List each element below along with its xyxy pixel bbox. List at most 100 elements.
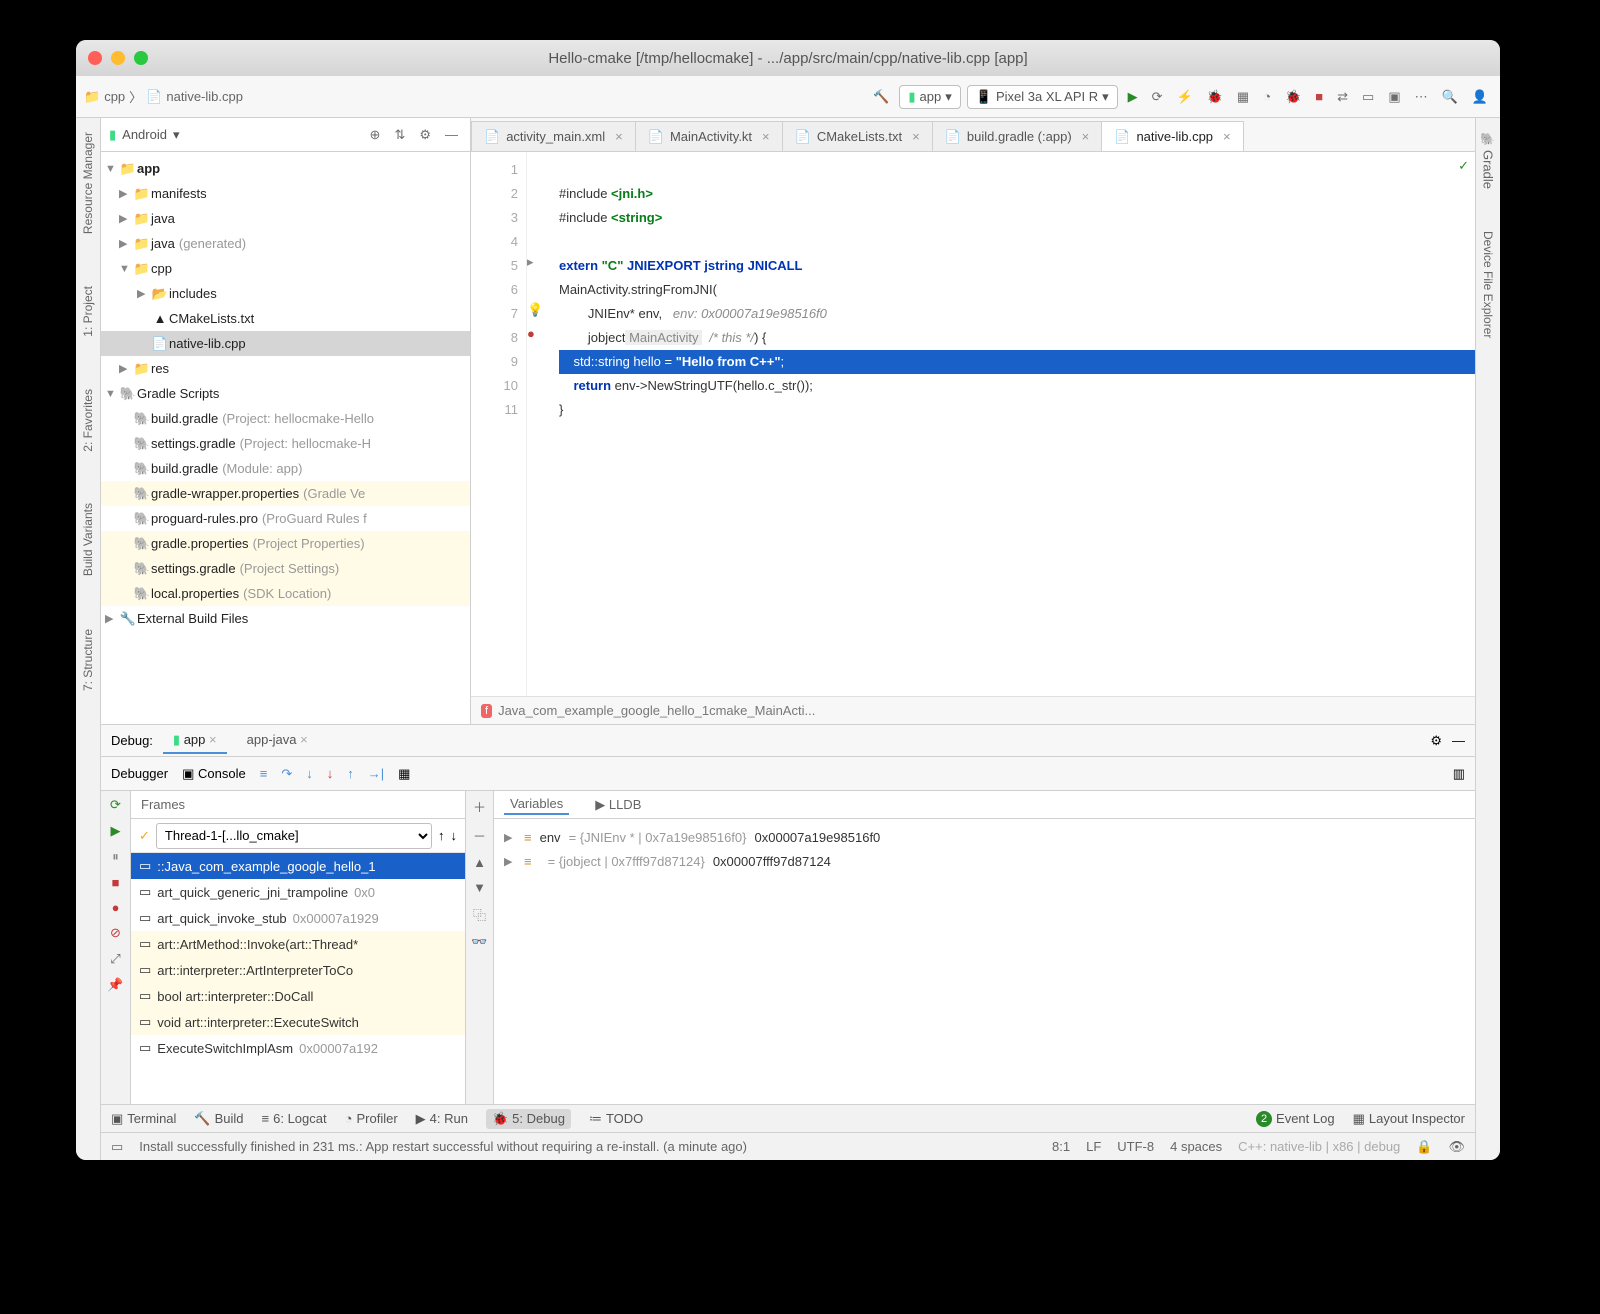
terminal-tab[interactable]: ▣ Terminal (111, 1111, 176, 1127)
run-tab[interactable]: ▶ 4: Run (416, 1111, 468, 1127)
stack-frame[interactable]: ▭bool art::interpreter::DoCall (131, 983, 465, 1009)
device-selector[interactable]: 📱 Pixel 3a XL API R ▾ (967, 85, 1118, 109)
minimize-icon[interactable]: — (1452, 733, 1465, 748)
status-icon[interactable]: ▭ (111, 1139, 123, 1155)
up-icon[interactable]: ▲ (473, 855, 486, 870)
close-window[interactable] (88, 51, 102, 65)
remove-watch-icon[interactable]: － (473, 826, 486, 845)
tree-item[interactable]: ▼📁cpp (101, 256, 470, 281)
next-frame-icon[interactable]: ↓ (451, 828, 458, 843)
resume-icon[interactable]: ▶ (111, 823, 121, 839)
editor-tab[interactable]: 📄MainActivity.kt× (635, 121, 783, 151)
coverage-icon[interactable]: ▦ (1233, 86, 1253, 108)
gradle-scripts[interactable]: ▼🐘Gradle Scripts (101, 381, 470, 406)
editor-tab[interactable]: 📄CMakeLists.txt× (782, 121, 933, 151)
stack-frame[interactable]: ▭ExecuteSwitchImplAsm0x00007a192 (131, 1035, 465, 1061)
device-file-explorer-tab[interactable]: Device File Explorer (1479, 225, 1497, 344)
stack-frame[interactable]: ▭art::interpreter::ArtInterpreterToCo (131, 957, 465, 983)
profiler-icon[interactable]: ◔ (1259, 86, 1275, 107)
step-into-icon[interactable]: ↓ (306, 766, 313, 781)
debug-icon[interactable]: 🐞 (1203, 86, 1227, 108)
cursor-position[interactable]: 8:1 (1052, 1139, 1070, 1154)
tree-item[interactable]: 🐘gradle-wrapper.properties(Gradle Ve (101, 481, 470, 506)
tree-item[interactable]: 🐘build.gradle(Project: hellocmake-Hello (101, 406, 470, 431)
tree-item[interactable]: ▶📁java(generated) (101, 231, 470, 256)
glasses-icon[interactable]: 👓 (471, 934, 487, 950)
zoom-window[interactable] (134, 51, 148, 65)
tree-item[interactable]: ▲CMakeLists.txt (101, 306, 470, 331)
step-over-icon[interactable]: ↷ (281, 766, 292, 782)
stop-icon[interactable]: ■ (1311, 86, 1327, 107)
rerun-icon[interactable]: ⟳ (110, 797, 121, 813)
search-icon[interactable]: 🔍 (1438, 86, 1462, 108)
hammer-icon[interactable]: 🔨 (869, 86, 893, 108)
prev-frame-icon[interactable]: ↑ (438, 828, 445, 843)
user-icon[interactable]: 👤 (1468, 86, 1492, 108)
project-tab[interactable]: 1: Project (79, 280, 97, 343)
event-log-tab[interactable]: 2 Event Log (1256, 1111, 1335, 1127)
encoding[interactable]: UTF-8 (1117, 1139, 1154, 1154)
debug-tab[interactable]: 🐞 5: Debug (486, 1109, 571, 1129)
stack-frame[interactable]: ▭art_quick_invoke_stub0x00007a1929 (131, 905, 465, 931)
force-step-into-icon[interactable]: ↓ (327, 766, 334, 781)
todo-tab[interactable]: ≔ TODO (589, 1111, 643, 1127)
app-root[interactable]: ▼📁app (101, 156, 470, 181)
stack-frame[interactable]: ▭::Java_com_example_google_hello_1 (131, 853, 465, 879)
tree-item[interactable]: 🐘proguard-rules.pro(ProGuard Rules f (101, 506, 470, 531)
add-watch-icon[interactable]: ＋ (473, 797, 486, 816)
gear-icon[interactable]: ⚙ (415, 124, 435, 146)
indent-setting[interactable]: 4 spaces (1170, 1139, 1222, 1154)
chevron-down-icon[interactable]: ▾ (173, 127, 180, 143)
attach-debugger-icon[interactable]: 🐞 (1281, 86, 1305, 108)
target-icon[interactable]: ⊕ (366, 124, 385, 146)
nav-breadcrumb[interactable]: 📁 cpp 〉 📄 native-lib.cpp (84, 87, 243, 106)
tree-item[interactable]: 🐘settings.gradle(Project Settings) (101, 556, 470, 581)
apply-changes-icon[interactable]: ⟳ (1148, 86, 1167, 108)
tree-item[interactable]: ▶📁java (101, 206, 470, 231)
mute-breakpoints-icon[interactable]: ⊘ (110, 925, 121, 941)
more-icon[interactable]: ⋯ (1411, 86, 1432, 108)
avd-icon[interactable]: ▭ (1358, 86, 1378, 108)
down-icon[interactable]: ▼ (473, 880, 486, 895)
favorites-tab[interactable]: 2: Favorites (79, 383, 97, 458)
tree-item[interactable]: 🐘build.gradle(Module: app) (101, 456, 470, 481)
thread-selector[interactable]: Thread-1-[...llo_cmake] (156, 823, 432, 849)
run-to-cursor-icon[interactable]: →| (368, 766, 384, 781)
project-view-label[interactable]: Android (122, 127, 167, 142)
step-out-icon[interactable]: ↑ (347, 766, 354, 781)
variables-tab[interactable]: Variables (504, 794, 569, 815)
inspector-icon[interactable]: 👁 (1448, 1139, 1465, 1155)
variable-row[interactable]: ▶≡env = {JNIEnv * | 0x7a19e98516f0} 0x00… (504, 825, 1465, 849)
sdk-icon[interactable]: ▣ (1384, 86, 1404, 108)
sync-icon[interactable]: ⇄ (1333, 86, 1352, 108)
settings-icon[interactable]: ⤢ (110, 951, 120, 967)
pause-icon[interactable]: ⏸ (112, 849, 119, 865)
profiler-tab[interactable]: ◔ Profiler (345, 1111, 398, 1126)
debug-tab-app-java[interactable]: app-java × (237, 728, 318, 753)
module-selector[interactable]: ▮ app ▾ (899, 85, 960, 109)
gear-icon[interactable]: ⚙ (1430, 733, 1442, 749)
tree-item[interactable]: ▶📁res (101, 356, 470, 381)
breakpoints-icon[interactable]: ● (112, 900, 120, 915)
stack-frame[interactable]: ▭art::ArtMethod::Invoke(art::Thread* (131, 931, 465, 957)
minimize-window[interactable] (111, 51, 125, 65)
variable-row[interactable]: ▶≡ = {jobject | 0x7fff97d87124} 0x00007f… (504, 849, 1465, 873)
console-tab[interactable]: ▣ Console (182, 766, 246, 782)
editor-tab[interactable]: 📄build.gradle (:app)× (932, 121, 1103, 151)
logcat-tab[interactable]: ≡ 6: Logcat (262, 1111, 327, 1126)
line-ending[interactable]: LF (1086, 1139, 1101, 1154)
apply-code-icon[interactable]: ⚡ (1173, 86, 1197, 108)
stack-frame[interactable]: ▭void art::interpreter::ExecuteSwitch (131, 1009, 465, 1035)
build-context[interactable]: C++: native-lib | x86 | debug (1238, 1139, 1400, 1154)
threads-icon[interactable]: ≡ (260, 766, 268, 781)
stack-frame[interactable]: ▭art_quick_generic_jni_trampoline0x0 (131, 879, 465, 905)
lldb-tab[interactable]: ▶ LLDB (589, 795, 647, 815)
collapse-icon[interactable]: — (441, 124, 462, 145)
run-icon[interactable]: ▶ (1124, 86, 1142, 108)
build-tab[interactable]: 🔨 Build (194, 1111, 243, 1127)
evaluate-icon[interactable]: ▦ (398, 766, 410, 782)
tree-item[interactable]: ▶📁manifests (101, 181, 470, 206)
pin-icon[interactable]: 📌 (107, 977, 123, 993)
layout-icon[interactable]: ▥ (1453, 766, 1465, 782)
filter-icon[interactable]: ⇅ (390, 124, 409, 146)
